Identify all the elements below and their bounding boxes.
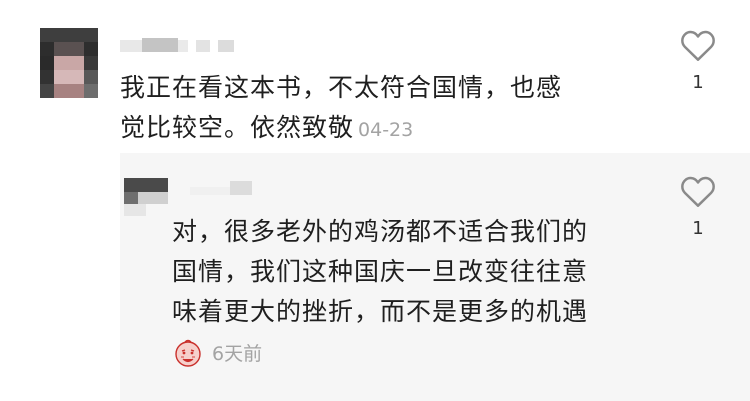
reply-meta: 6天前 (172, 336, 262, 368)
heart-outline-icon (681, 30, 715, 61)
reply-time: 6天前 (212, 342, 263, 365)
username-blurred[interactable] (120, 38, 240, 52)
comment-body: 我正在看这本书，不太符合国情，也感 觉比较空。依然致敬 (120, 73, 563, 142)
heart-outline-icon (681, 176, 715, 207)
comment-like-button[interactable]: 1 (678, 28, 718, 93)
reply-text: 对，很多老外的鸡汤都不适合我们的 国情，我们这种国庆一旦改变往往意 味着更大的挫… (172, 217, 589, 326)
cartoon-face-emoji-icon (175, 339, 201, 367)
reply-avatar[interactable] (124, 178, 168, 216)
comment-date: 04-23 (358, 119, 414, 141)
comment-text: 我正在看这本书，不太符合国情，也感 觉比较空。依然致敬 04-23 (120, 68, 660, 150)
comment-like-count: 1 (692, 72, 704, 93)
reply-like-button[interactable]: 1 (678, 174, 718, 239)
comment-thread: 我正在看这本书，不太符合国情，也感 觉比较空。依然致敬 04-23 1 对，很多老… (0, 0, 750, 401)
reply-username-blurred[interactable] (190, 181, 260, 195)
avatar[interactable] (40, 28, 98, 98)
reply-like-count: 1 (692, 218, 704, 239)
